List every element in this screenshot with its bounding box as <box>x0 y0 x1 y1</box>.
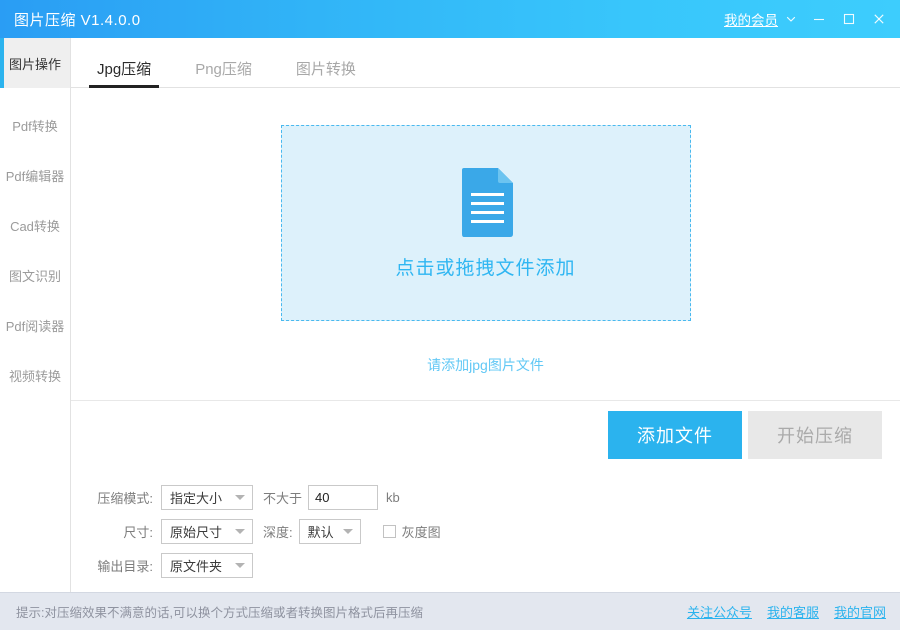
limit-unit-label: kb <box>386 490 400 505</box>
app-title: 图片压缩 V1.4.0.0 <box>14 9 141 30</box>
sidebar-item-label: Cad转换 <box>10 216 60 235</box>
settings-row-size: 尺寸: 原始尺寸 深度: 默认 灰度图 <box>71 514 900 548</box>
file-dropzone[interactable]: 点击或拖拽文件添加 <box>281 125 691 321</box>
sidebar-item-cad-convert[interactable]: Cad转换 <box>0 200 70 250</box>
my-website-link[interactable]: 我的官网 <box>834 602 886 621</box>
file-drop-area: 点击或拖拽文件添加 请添加jpg图片文件 <box>71 88 900 400</box>
maximize-button[interactable] <box>834 0 864 38</box>
dropzone-label: 点击或拖拽文件添加 <box>395 253 575 280</box>
limit-size-input[interactable] <box>308 485 378 510</box>
chevron-down-icon <box>235 495 245 500</box>
my-support-link[interactable]: 我的客服 <box>767 602 819 621</box>
size-select[interactable]: 原始尺寸 <box>161 519 253 544</box>
depth-select[interactable]: 默认 <box>299 519 361 544</box>
tab-label: Png压缩 <box>195 61 252 78</box>
start-compress-button[interactable]: 开始压缩 <box>748 411 882 459</box>
chevron-down-icon <box>235 529 245 534</box>
tab-png-compress[interactable]: Png压缩 <box>173 62 274 87</box>
settings-panel: 压缩模式: 指定大小 不大于 kb 尺寸: 原始尺寸 深度: <box>71 468 900 592</box>
sidebar-item-label: Pdf阅读器 <box>6 316 65 335</box>
output-dir-label: 输出目录: <box>87 556 153 575</box>
tab-label: Jpg压缩 <box>97 61 151 78</box>
my-membership-link[interactable]: 我的会员 <box>724 9 778 29</box>
chevron-down-icon[interactable] <box>778 0 804 38</box>
tab-bar: Jpg压缩 Png压缩 图片转换 <box>71 38 900 88</box>
depth-value: 默认 <box>308 522 334 541</box>
tab-jpg-compress[interactable]: Jpg压缩 <box>75 62 173 87</box>
sidebar: 图片操作 Pdf转换 Pdf编辑器 Cad转换 图文识别 Pdf阅读器 视频转换 <box>0 38 71 592</box>
sidebar-item-label: 视频转换 <box>9 366 61 385</box>
size-label: 尺寸: <box>87 522 153 541</box>
sidebar-item-video-convert[interactable]: 视频转换 <box>0 350 70 400</box>
main-panel: Jpg压缩 Png压缩 图片转换 <box>71 38 900 592</box>
sidebar-item-ocr[interactable]: 图文识别 <box>0 250 70 300</box>
follow-official-account-link[interactable]: 关注公众号 <box>687 602 752 621</box>
grayscale-checkbox[interactable]: 灰度图 <box>383 522 441 541</box>
sidebar-item-label: Pdf转换 <box>12 116 58 135</box>
checkbox-box-icon <box>383 525 396 538</box>
sidebar-item-image-ops[interactable]: 图片操作 <box>0 38 70 88</box>
grayscale-label: 灰度图 <box>402 522 441 541</box>
sidebar-item-pdf-reader[interactable]: Pdf阅读器 <box>0 300 70 350</box>
status-bar: 提示:对压缩效果不满意的话,可以换个方式压缩或者转换图片格式后再压缩 关注公众号… <box>0 592 900 630</box>
chevron-down-icon <box>343 529 353 534</box>
minimize-button[interactable] <box>804 0 834 38</box>
chevron-down-icon <box>235 563 245 568</box>
compress-mode-value: 指定大小 <box>170 488 222 507</box>
body-row: 图片操作 Pdf转换 Pdf编辑器 Cad转换 图文识别 Pdf阅读器 视频转换 <box>0 38 900 592</box>
close-button[interactable] <box>864 0 894 38</box>
document-icon <box>458 167 514 239</box>
tab-image-convert[interactable]: 图片转换 <box>274 62 378 87</box>
add-file-button[interactable]: 添加文件 <box>608 411 742 459</box>
sidebar-item-label: 图片操作 <box>9 54 61 73</box>
action-bar: 添加文件 开始压缩 <box>71 400 900 468</box>
compress-mode-select[interactable]: 指定大小 <box>161 485 253 510</box>
title-bar: 图片压缩 V1.4.0.0 我的会员 <box>0 0 900 38</box>
sidebar-item-pdf-editor[interactable]: Pdf编辑器 <box>0 150 70 200</box>
footer-links: 关注公众号 我的客服 我的官网 <box>672 602 886 621</box>
status-tip-text: 提示:对压缩效果不满意的话,可以换个方式压缩或者转换图片格式后再压缩 <box>16 602 423 621</box>
dropzone-hint: 请添加jpg图片文件 <box>427 355 544 375</box>
settings-row-mode: 压缩模式: 指定大小 不大于 kb <box>71 480 900 514</box>
tab-label: 图片转换 <box>296 61 356 78</box>
output-dir-select[interactable]: 原文件夹 <box>161 553 253 578</box>
sidebar-spacer <box>0 88 70 100</box>
sidebar-item-pdf-convert[interactable]: Pdf转换 <box>0 100 70 150</box>
depth-label: 深度: <box>263 522 293 541</box>
sidebar-item-label: 图文识别 <box>9 266 61 285</box>
settings-row-output: 输出目录: 原文件夹 <box>71 548 900 582</box>
limit-label: 不大于 <box>263 488 302 507</box>
sidebar-item-label: Pdf编辑器 <box>6 166 65 185</box>
size-value: 原始尺寸 <box>170 522 222 541</box>
output-dir-value: 原文件夹 <box>170 556 222 575</box>
titlebar-controls: 我的会员 <box>724 0 900 38</box>
compress-mode-label: 压缩模式: <box>87 488 153 507</box>
app-window: 图片压缩 V1.4.0.0 我的会员 <box>0 0 900 630</box>
